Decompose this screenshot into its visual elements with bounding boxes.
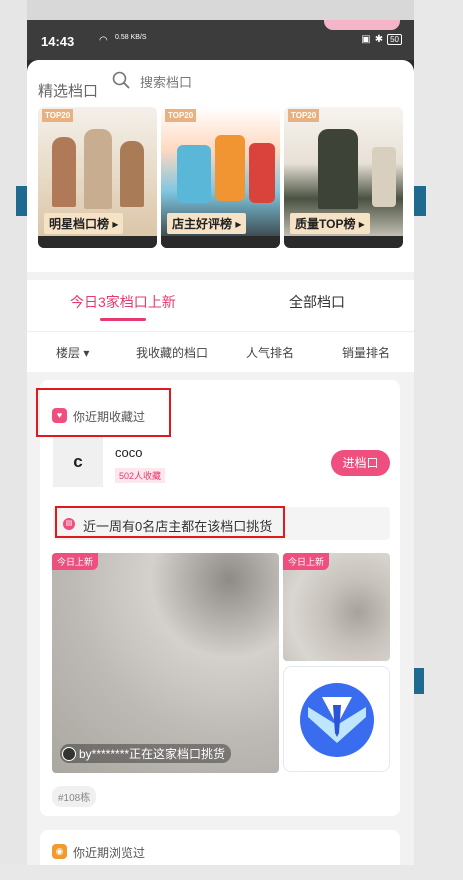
section-title: 精选档口: [38, 83, 99, 100]
ranking-label: 店主好评榜 ▸: [167, 213, 247, 234]
recent-browsed-card: ◉ 你近期浏览过: [40, 830, 400, 865]
search-icon[interactable]: [112, 71, 130, 89]
favorite-shop-card: ♥ 你近期收藏过 c coco 502人收藏 进档口 ▤ 近一周有0名店主都在该…: [36, 380, 400, 816]
bluetooth-icon: ✱: [374, 34, 384, 45]
ranking-label: 质量TOP榜 ▸: [290, 213, 370, 234]
heart-icon: ♥: [52, 408, 67, 423]
shop-sheet: 精选档口 搜索档口 TOP20 明星档口榜 ▸ TOP20 店主好评榜 ▸ TO…: [27, 60, 414, 865]
new-arrival-badge: 今日上新: [283, 553, 330, 570]
highlight-box: [55, 506, 285, 538]
brand-logo-tile[interactable]: [283, 666, 390, 772]
top20-badge: TOP20: [42, 109, 74, 122]
new-arrival-badge: 今日上新: [52, 553, 99, 570]
suit-logo-icon: [300, 683, 374, 757]
picker-text: by********正在这家档口挑货: [79, 747, 226, 761]
vibrate-icon: ▣: [361, 34, 371, 45]
background-strip: [0, 0, 463, 20]
background-left: [0, 0, 27, 880]
shop-name[interactable]: coco: [115, 445, 142, 460]
filter-bar: 楼层 ▾ 我收藏的档口 人气排名 销量排名: [27, 332, 414, 372]
featured-card: 精选档口 搜索档口 TOP20 明星档口榜 ▸ TOP20 店主好评榜 ▸ TO…: [27, 60, 414, 272]
search-input[interactable]: 搜索档口: [140, 72, 192, 91]
ranking-quality-top[interactable]: TOP20 质量TOP榜 ▸: [284, 107, 403, 248]
favorites-title: 你近期收藏过: [73, 410, 146, 424]
picker-avatar: [62, 746, 76, 761]
filter-sales[interactable]: 销量排名: [342, 344, 390, 361]
ranking-owner-reviews[interactable]: TOP20 店主好评榜 ▸: [161, 107, 280, 248]
status-time: 14:43: [41, 34, 75, 49]
tab-active-indicator: [100, 318, 146, 321]
status-icons: ▣ ✱ 50: [361, 34, 402, 45]
battery-icon: 50: [387, 34, 402, 45]
ranking-label: 明星档口榜 ▸: [44, 213, 124, 234]
wifi-icon: ◠: [99, 35, 108, 46]
enter-shop-button[interactable]: 进档口: [331, 450, 390, 476]
recent-title: 你近期浏览过: [73, 846, 146, 860]
filter-my-favorites[interactable]: 我收藏的档口: [136, 344, 208, 361]
background-right: [414, 0, 463, 880]
eye-icon: ◉: [52, 844, 67, 859]
top20-badge: TOP20: [165, 109, 197, 122]
filter-floor[interactable]: 楼层 ▾: [56, 344, 89, 361]
filter-popularity[interactable]: 人气排名: [246, 344, 294, 361]
shop-favorite-count: 502人收藏: [115, 468, 166, 483]
header-pink-button[interactable]: [324, 20, 400, 30]
shop-avatar[interactable]: c: [53, 437, 103, 487]
tab-bar: 今日3家档口上新 全部档口: [27, 280, 414, 332]
tab-all-shops[interactable]: 全部档口: [289, 292, 345, 312]
product-photo-main[interactable]: 今日上新 by********正在这家档口挑货: [52, 553, 279, 773]
product-photo-small[interactable]: 今日上新: [283, 553, 390, 661]
phone-screen: 14:43 ◠ 0.58 KB/S ▣ ✱ 50 精选档口 搜索档口 TOP20…: [27, 20, 414, 865]
ranking-star-shops[interactable]: TOP20 明星档口榜 ▸: [38, 107, 157, 248]
tab-today-new[interactable]: 今日3家档口上新: [70, 292, 176, 312]
status-bar: 14:43 ◠ 0.58 KB/S ▣ ✱ 50: [27, 20, 414, 60]
picker-status: by********正在这家档口挑货: [60, 744, 232, 763]
background-bottom: [0, 865, 463, 880]
building-tag: #108栋: [52, 786, 97, 807]
network-speed: 0.58 KB/S: [115, 34, 147, 41]
top20-badge: TOP20: [288, 109, 320, 122]
